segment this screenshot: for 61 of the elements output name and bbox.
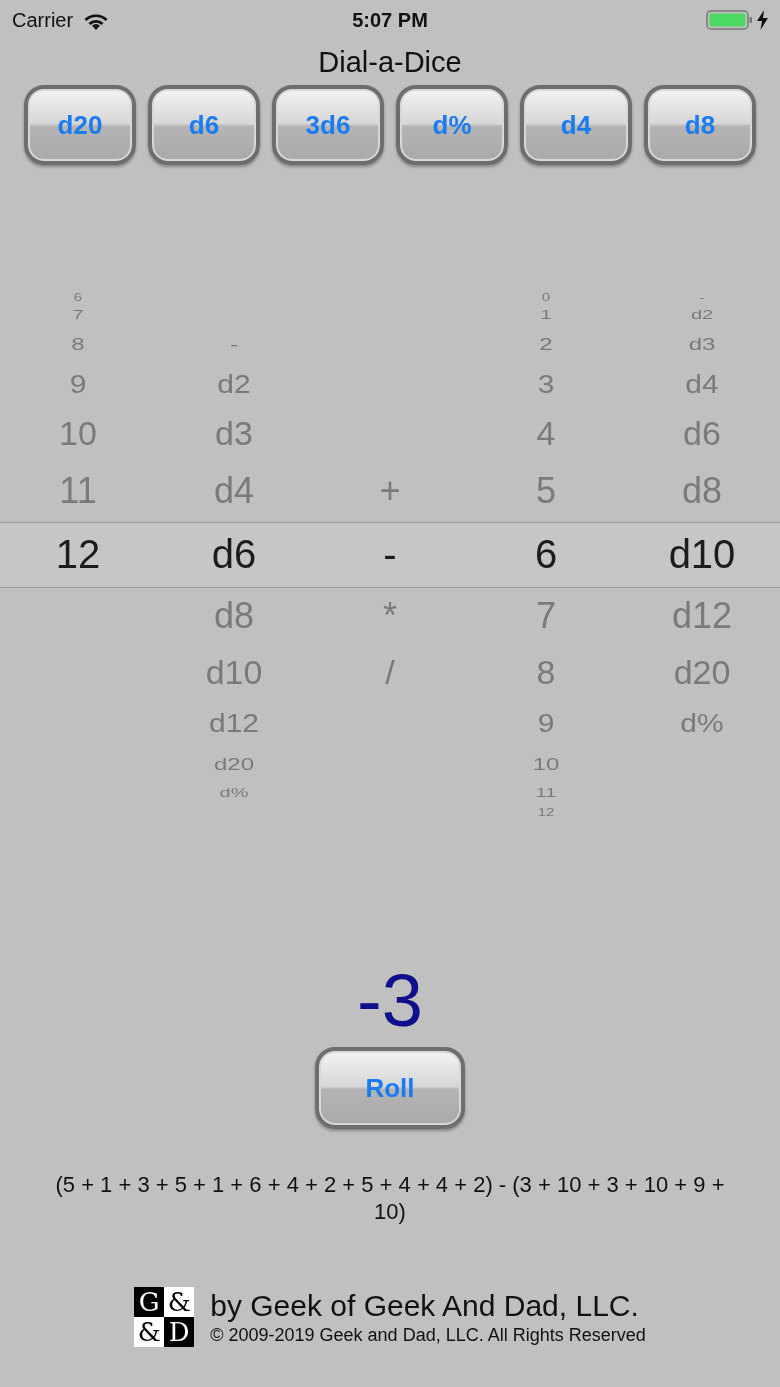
picker-item[interactable]: -	[230, 334, 238, 353]
picker-item[interactable]: d6	[211, 533, 257, 574]
picker-item[interactable]: 8	[536, 656, 556, 690]
dice-preset-button[interactable]: d8	[644, 85, 756, 165]
charging-bolt-icon	[757, 10, 768, 30]
company-logo: G & & D	[134, 1287, 195, 1347]
picker-item[interactable]: 6	[534, 533, 558, 574]
picker-item[interactable]: 12	[537, 805, 555, 817]
picker-item[interactable]: *	[383, 598, 397, 634]
picker-item[interactable]: -	[699, 290, 705, 302]
clock-time: 5:07 PM	[352, 8, 428, 32]
picker-item[interactable]: 7	[72, 308, 84, 321]
picker-item[interactable]: 9	[537, 710, 555, 736]
picker-item[interactable]: 11	[535, 786, 557, 799]
picker-item[interactable]: d20	[213, 754, 254, 773]
roll-button[interactable]: Roll	[315, 1047, 465, 1129]
carrier-label: Carrier	[12, 8, 74, 32]
picker-item[interactable]: d12	[671, 598, 733, 634]
picker-item[interactable]: 6	[73, 290, 83, 302]
picker-item[interactable]: 9	[69, 371, 87, 397]
copyright-notice: © 2009-2019 Geek and Dad, LLC. All Rights Reserved	[210, 1324, 646, 1346]
picker-item[interactable]: 3	[537, 371, 555, 397]
picker-item[interactable]: 10	[59, 417, 97, 451]
picker-item[interactable]: 2	[539, 334, 553, 353]
picker-item[interactable]: +	[379, 473, 401, 509]
picker-item[interactable]: d12	[208, 710, 260, 736]
picker-item[interactable]: d8	[681, 473, 722, 509]
picker-item[interactable]: 7	[536, 598, 556, 634]
picker-item[interactable]: d4	[685, 371, 719, 397]
app-title: Dial-a-Dice	[318, 46, 462, 79]
byline: by Geek of Geek And Dad, LLC.	[210, 1288, 640, 1323]
picker-item[interactable]: d%	[680, 710, 724, 736]
picker-item[interactable]: d10	[205, 656, 263, 690]
picker-item[interactable]: d2	[690, 308, 714, 321]
roll-breakdown: (5 + 1 + 3 + 5 + 1 + 6 + 4 + 2 + 5 + 4 + 4 + 2) - (3 + 10 + 3 + 10 + 9 + 10)	[54, 1171, 726, 1225]
picker-item[interactable]: d10	[668, 533, 736, 574]
picker-item[interactable]: d2	[217, 371, 251, 397]
picker-item[interactable]: d%	[219, 786, 249, 799]
picker-item[interactable]: 10	[532, 754, 560, 773]
roll-result: -3	[357, 958, 423, 1043]
picker-item[interactable]: 5	[536, 473, 556, 509]
picker-item[interactable]: 8	[71, 334, 85, 353]
picker-item[interactable]: 11	[59, 473, 97, 509]
picker-item[interactable]: d3	[688, 334, 716, 353]
dice-preset-button[interactable]: d6	[148, 85, 260, 165]
picker-item[interactable]: d6	[683, 417, 721, 451]
picker-item[interactable]: d8	[213, 598, 254, 634]
picker-item[interactable]: 1	[540, 308, 552, 321]
dice-preset-button[interactable]: d4	[520, 85, 632, 165]
picker-item[interactable]: 12	[55, 533, 101, 574]
picker-item[interactable]: d4	[213, 473, 254, 509]
picker-item[interactable]: d20	[673, 656, 731, 690]
battery-icon	[706, 10, 753, 30]
picker-item[interactable]: d3	[215, 417, 253, 451]
dice-preset-button[interactable]: d%	[396, 85, 508, 165]
picker-item[interactable]: /	[385, 656, 395, 690]
dice-preset-button[interactable]: d20	[24, 85, 136, 165]
picker-item[interactable]: 0	[541, 290, 551, 302]
picker-item[interactable]: 4	[536, 417, 556, 451]
dice-preset-button[interactable]: 3d6	[272, 85, 384, 165]
picker-item[interactable]: -	[383, 533, 397, 574]
